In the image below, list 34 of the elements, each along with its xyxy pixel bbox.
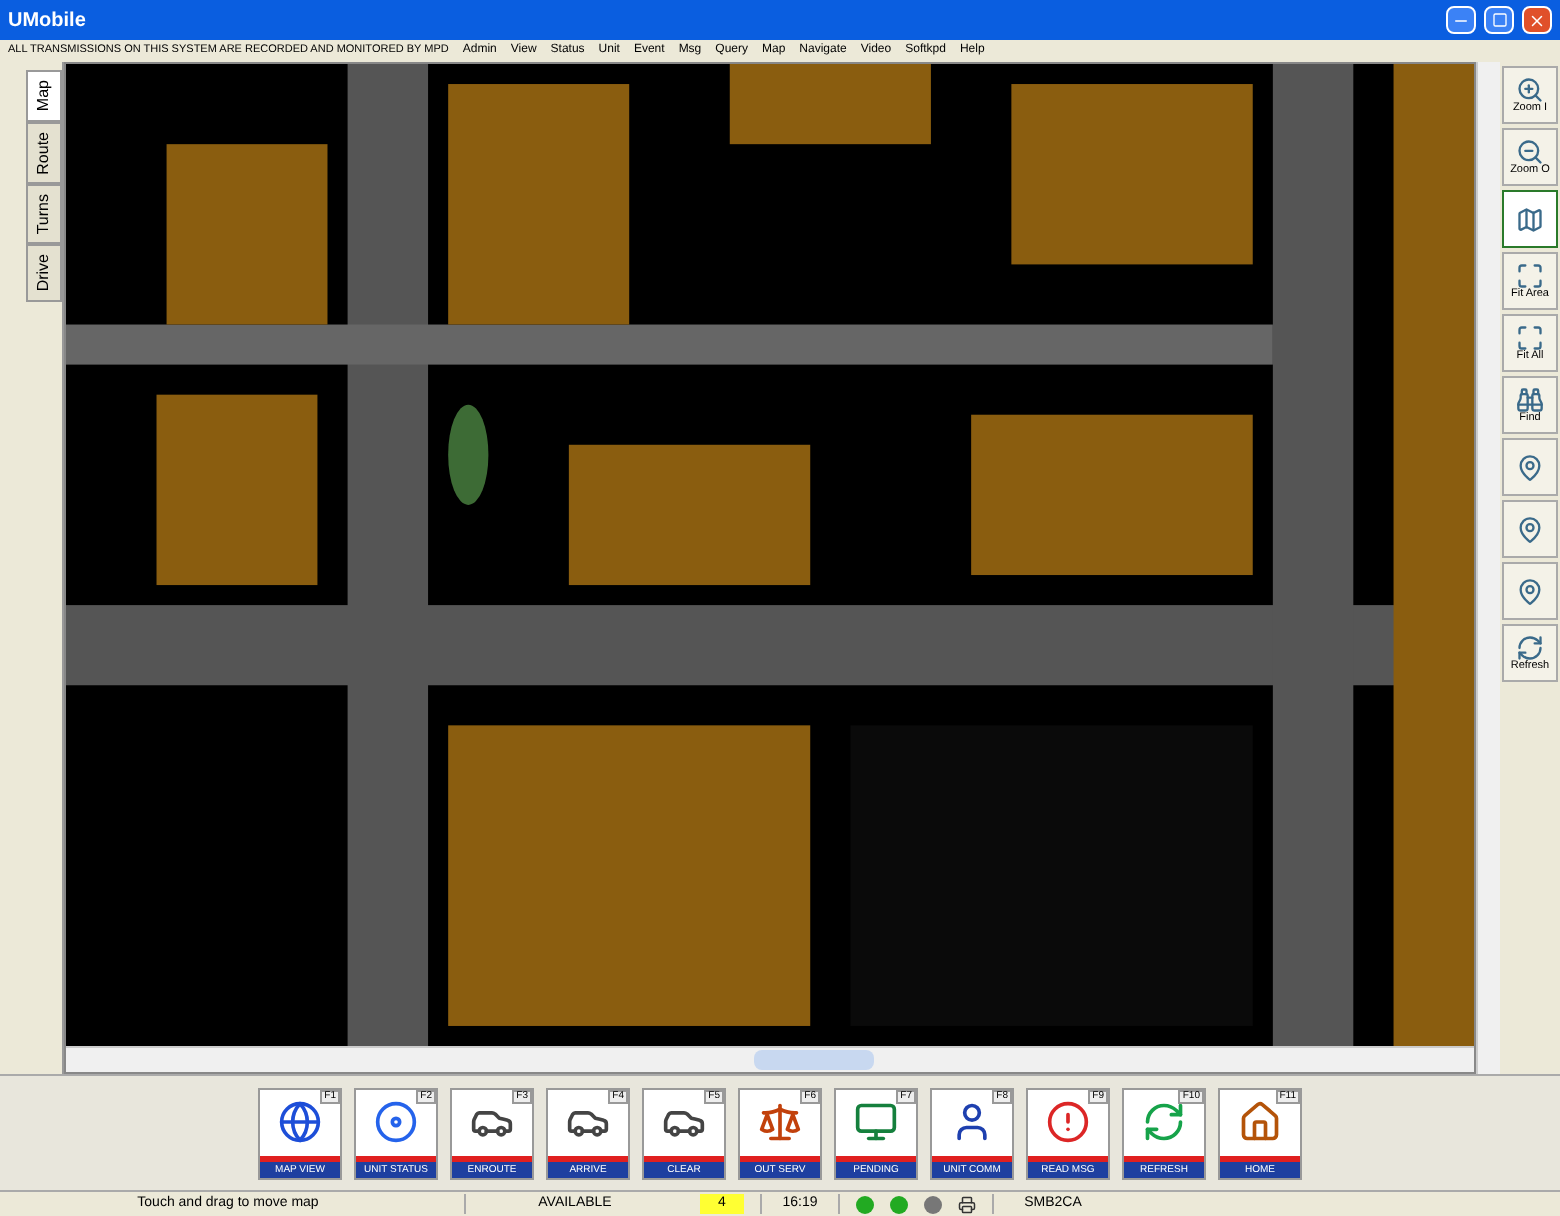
zoom-in-icon bbox=[1516, 75, 1544, 104]
side-tab[interactable]: Turns bbox=[26, 183, 62, 245]
side-tab[interactable]: Map bbox=[26, 70, 62, 122]
refresh-icon bbox=[1516, 633, 1544, 662]
pin-icon bbox=[1516, 453, 1544, 481]
minimize-button[interactable] bbox=[1446, 6, 1476, 34]
globe-icon bbox=[278, 1100, 322, 1144]
close-icon bbox=[1528, 11, 1546, 29]
maximize-button[interactable] bbox=[1484, 6, 1514, 34]
vertical-scrollbar[interactable] bbox=[1476, 62, 1500, 1074]
toolbar-button[interactable] bbox=[1502, 438, 1558, 496]
toolbar-button[interactable] bbox=[1502, 500, 1558, 558]
pin-icon bbox=[1516, 577, 1544, 605]
toolbar-button[interactable] bbox=[1502, 562, 1558, 620]
binoculars-icon bbox=[1516, 385, 1544, 414]
close-button[interactable] bbox=[1522, 6, 1552, 34]
frame-icon bbox=[1516, 323, 1544, 352]
refresh-icon bbox=[1142, 1100, 1186, 1144]
zoom-out-icon bbox=[1516, 137, 1544, 166]
horizontal-scrollbar[interactable] bbox=[66, 1046, 1474, 1072]
scale-icon bbox=[758, 1100, 802, 1144]
toolbar-button[interactable] bbox=[1502, 190, 1558, 248]
alert-icon bbox=[1046, 1100, 1090, 1144]
maximize-icon bbox=[1491, 12, 1507, 28]
printer-icon bbox=[958, 1195, 976, 1213]
monitor-icon bbox=[854, 1100, 898, 1144]
disc-icon bbox=[374, 1100, 418, 1144]
pin-icon bbox=[1516, 515, 1544, 543]
side-tab[interactable]: Route bbox=[26, 121, 62, 184]
window-title: UMobile bbox=[8, 7, 86, 35]
frame-icon bbox=[1516, 261, 1544, 290]
map-icon bbox=[1516, 205, 1544, 233]
side-tab[interactable]: Drive bbox=[26, 244, 62, 302]
house-icon bbox=[1238, 1100, 1282, 1144]
